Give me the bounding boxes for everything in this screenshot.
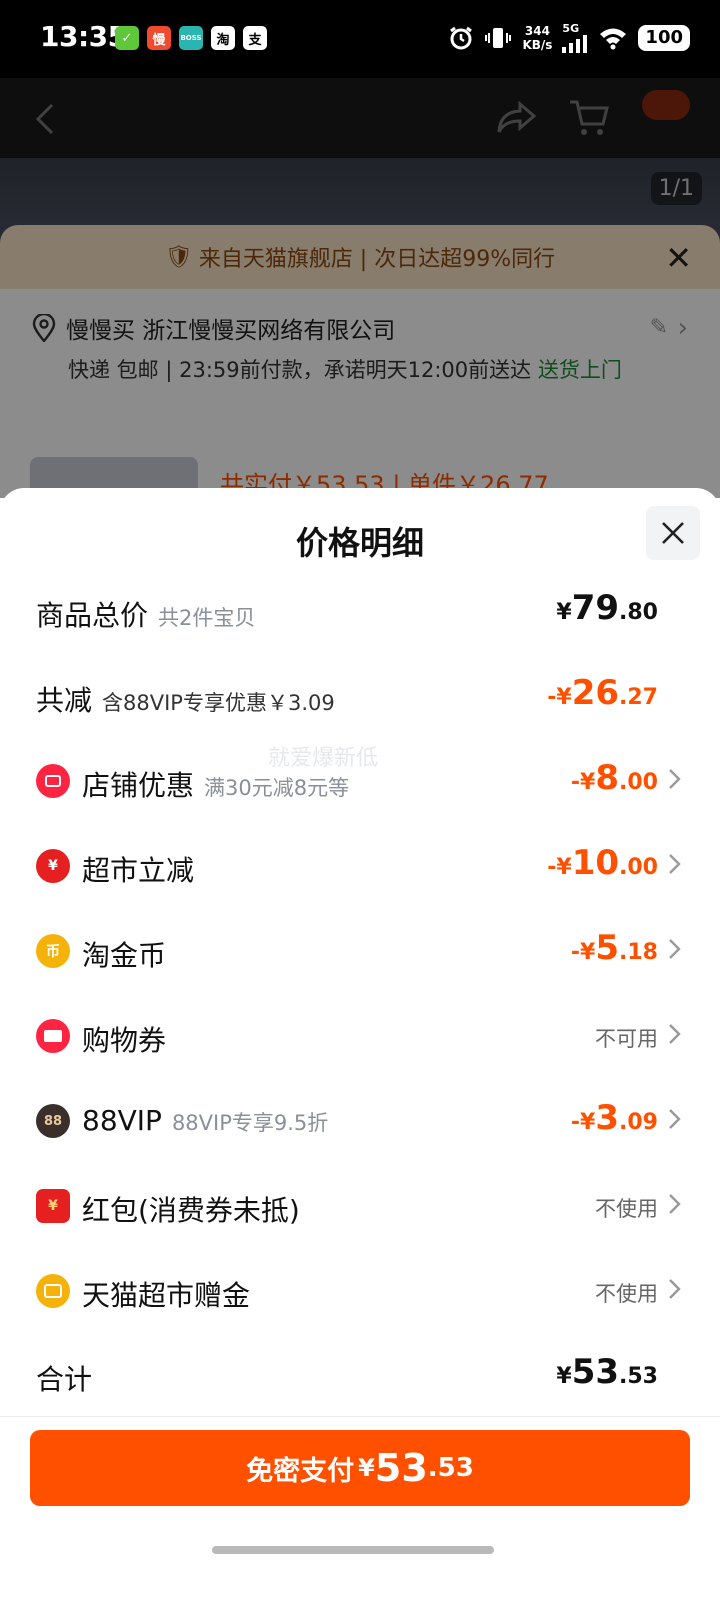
status-bar: 13:35 ✓ 慢 BOSS 淘 支 344 KB/s 5G 100: [0, 0, 720, 78]
manmanmai-icon: 慢: [147, 26, 171, 50]
sheet-title: 价格明细: [295, 524, 424, 562]
row-label: 共减: [36, 684, 93, 717]
total-label: 合计: [36, 1363, 93, 1396]
modal-overlay[interactable]: [0, 78, 720, 498]
vip88-icon: 88: [36, 1104, 70, 1138]
row-amount: -¥26.27: [547, 673, 658, 713]
notification-app-icons: ✓ 慢 BOSS 淘 支: [115, 26, 267, 50]
row-status: 不使用: [595, 1282, 658, 1306]
vibrate-icon: [485, 27, 512, 48]
shopping-voucher-row[interactable]: 购物券 不可用: [0, 1007, 720, 1067]
sheet-close-button[interactable]: [646, 506, 700, 560]
goods-total-row: 商品总价 共2件宝贝 ¥79.80: [0, 582, 720, 642]
signal-icon: [562, 35, 588, 53]
network-speed: 344 KB/s: [522, 23, 553, 52]
vip88-row[interactable]: 88 88VIP 88VIP专享9.5折 -¥3.09: [0, 1092, 720, 1152]
row-sub: 含88VIP专享优惠￥3.09: [102, 691, 335, 715]
row-sub: 满30元减8元等: [204, 776, 350, 800]
row-sub: 共2件宝贝: [158, 606, 256, 630]
row-label: 88VIP: [82, 1104, 162, 1137]
gold-coin-icon: 币: [36, 934, 70, 968]
total-amount: ¥53.53: [556, 1352, 658, 1392]
supermarket-discount-row[interactable]: ¥ 超市立减 -¥10.00: [0, 837, 720, 897]
taobao-icon: 淘: [211, 26, 235, 50]
row-label: 超市立减: [82, 854, 195, 887]
row-amount: ¥79.80: [556, 588, 658, 628]
boss-icon: BOSS: [179, 26, 203, 50]
row-status: 不使用: [595, 1197, 658, 1221]
chevron-right-icon: [669, 1109, 681, 1129]
row-amount: -¥8.00: [570, 758, 658, 798]
wifi-icon: [600, 28, 627, 49]
row-label: 购物券: [82, 1024, 167, 1057]
row-amount: -¥3.09: [570, 1098, 658, 1138]
tmall-gift-icon: [36, 1274, 70, 1308]
store-coupon-row[interactable]: 店铺优惠 满30元减8元等 -¥8.00: [0, 752, 720, 812]
row-label: 商品总价: [36, 599, 149, 632]
row-amount: -¥10.00: [547, 843, 658, 883]
alarm-icon: [450, 26, 473, 49]
chevron-right-icon: [669, 939, 681, 959]
row-amount: -¥5.18: [570, 928, 658, 968]
network-type: 5G: [562, 22, 580, 35]
alipay-icon: 支: [243, 26, 267, 50]
chevron-right-icon: [669, 854, 681, 874]
total-discount-row: 共减 含88VIP专享优惠￥3.09 -¥26.27: [0, 667, 720, 727]
gold-coin-row[interactable]: 币 淘金币 -¥5.18: [0, 922, 720, 982]
red-packet-icon: ¥: [36, 1189, 70, 1223]
row-label: 淘金币: [82, 939, 167, 972]
status-time: 13:35: [40, 20, 127, 53]
row-status: 不可用: [595, 1027, 658, 1051]
battery-indicator: 100: [638, 24, 690, 51]
red-packet-row[interactable]: ¥ 红包(消费券未抵) 不使用: [0, 1177, 720, 1237]
chevron-right-icon: [669, 1279, 681, 1299]
chevron-right-icon: [669, 769, 681, 789]
divider: [0, 1416, 720, 1417]
row-sub: 88VIP专享9.5折: [171, 1111, 329, 1135]
chevron-right-icon: [669, 1194, 681, 1214]
row-label: 店铺优惠: [82, 769, 195, 802]
chevron-right-icon: [669, 1024, 681, 1044]
store-coupon-icon: [36, 764, 70, 798]
wechat-icon: ✓: [115, 26, 139, 50]
row-label: 红包(消费券未抵): [82, 1194, 300, 1227]
supermarket-discount-icon: ¥: [36, 849, 70, 883]
close-icon: [662, 522, 684, 544]
home-indicator[interactable]: [212, 1546, 494, 1554]
row-label: 天猫超市赠金: [82, 1279, 251, 1312]
tmall-gift-row[interactable]: 天猫超市赠金 不使用: [0, 1262, 720, 1322]
total-row: 合计 ¥53.53: [0, 1346, 720, 1406]
pay-button[interactable]: 免密支付 ¥ 53 .53: [30, 1430, 690, 1506]
shopping-voucher-icon: [36, 1019, 70, 1053]
